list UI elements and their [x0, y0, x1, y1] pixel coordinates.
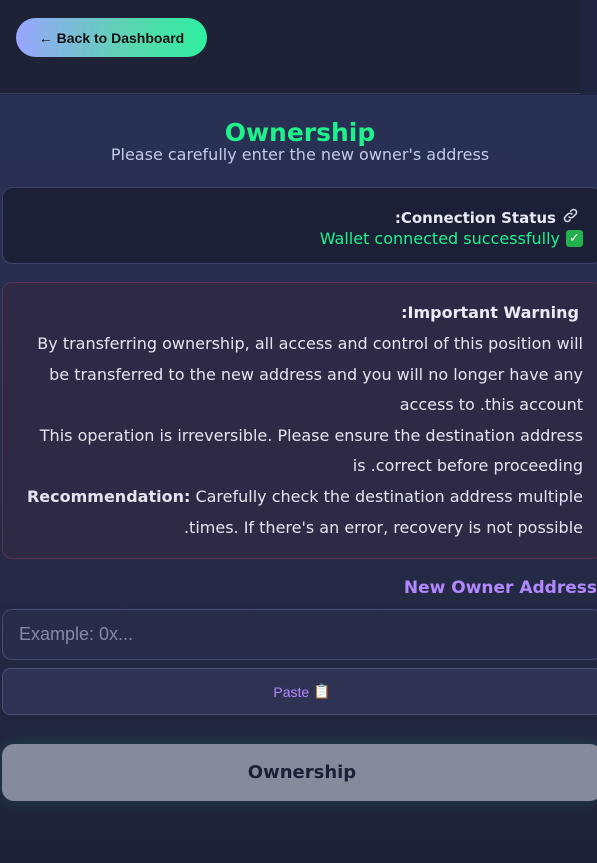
new-owner-address-input[interactable]	[2, 609, 597, 660]
back-to-dashboard-button[interactable]: ← Back to Dashboard	[16, 18, 207, 57]
warning-body: By transferring ownership, all access an…	[25, 329, 583, 543]
page-title: Ownership	[224, 118, 376, 147]
recommendation-label: Recommendation:	[26, 486, 191, 506]
link-icon	[562, 207, 579, 228]
connection-status-title: :Connection Status	[394, 208, 556, 227]
warning-recommendation: Recommendation: Carefully check the dest…	[25, 482, 583, 543]
paste-label: Paste	[273, 683, 310, 700]
connection-status-card: :Connection Status Wallet connected succ…	[2, 187, 597, 264]
connection-status-message: Wallet connected successfully ✓	[320, 229, 583, 248]
recommendation-text: Carefully check the destination address …	[183, 486, 583, 537]
transfer-ownership-button[interactable]: Ownership	[2, 744, 597, 801]
page-subtitle: Please carefully enter the new owner's a…	[110, 145, 490, 164]
warning-title: :Important Warning	[401, 303, 579, 322]
check-icon: ✓	[566, 230, 583, 247]
clipboard-icon: 📋	[313, 683, 331, 699]
warning-paragraph-2: This operation is irreversible. Please e…	[39, 425, 583, 476]
new-owner-address-label: New Owner Address	[403, 578, 597, 598]
connection-status-heading: :Connection Status	[395, 207, 579, 228]
status-message-text: Wallet connected successfully	[319, 229, 560, 248]
warning-paragraph-1: By transferring ownership, all access an…	[37, 334, 583, 415]
paste-button[interactable]: Paste 📋	[2, 668, 597, 715]
top-bar: ← Back to Dashboard	[0, 0, 580, 94]
important-warning-card: :Important Warning By transferring owner…	[2, 282, 597, 559]
